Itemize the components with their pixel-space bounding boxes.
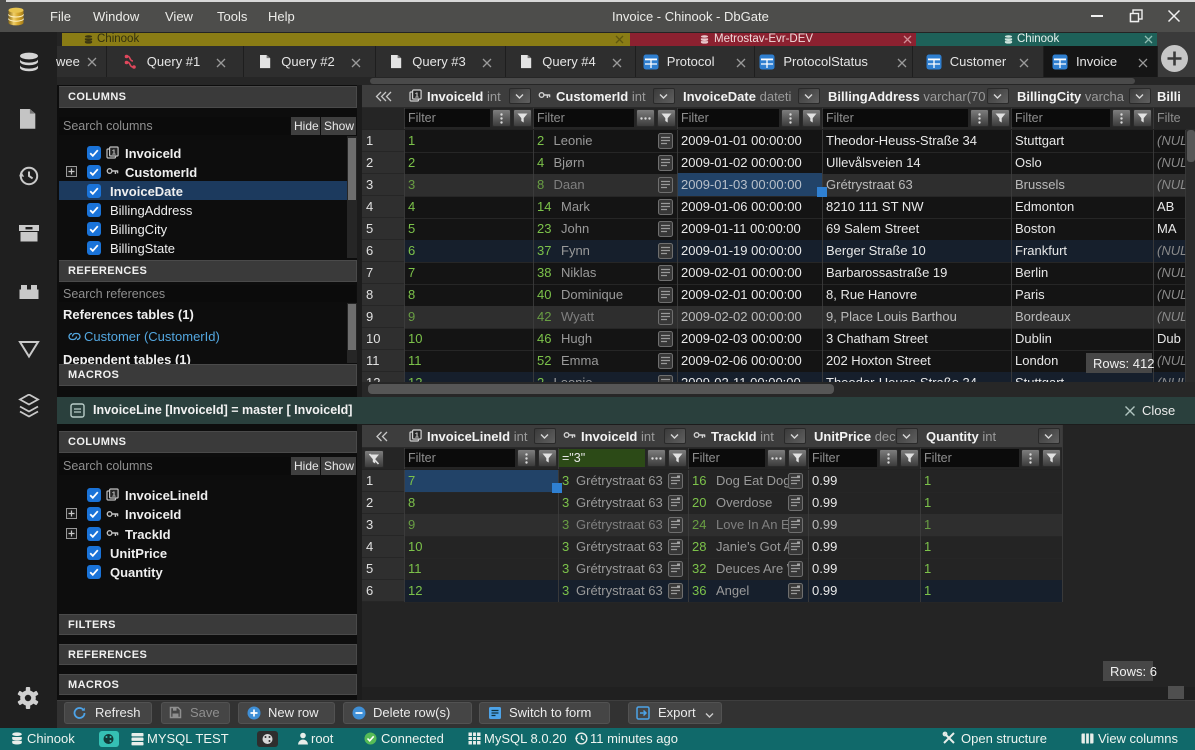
svg-text:1: 1 [112, 490, 116, 499]
svg-text:1: 1 [112, 148, 116, 157]
svg-text:1: 1 [415, 91, 419, 100]
svg-text:1: 1 [415, 431, 419, 440]
